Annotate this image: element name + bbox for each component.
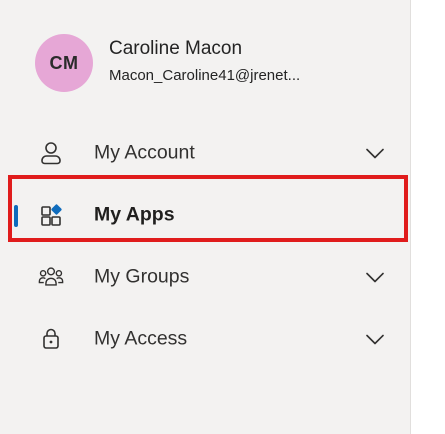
- nav-item-label: My Apps: [94, 203, 175, 226]
- nav-item-my-access[interactable]: My Access: [0, 308, 411, 370]
- right-gutter: [411, 0, 445, 434]
- people-group-icon: [38, 264, 64, 290]
- chevron-down-icon[interactable]: [364, 266, 386, 288]
- user-name: Caroline Macon: [109, 38, 243, 59]
- nav-item-label: My Access: [94, 327, 188, 350]
- nav-item-label: My Account: [94, 141, 195, 164]
- navigation-panel: CM Caroline Macon Macon_Caroline41@jrene…: [0, 0, 411, 434]
- chevron-down-icon[interactable]: [364, 142, 386, 164]
- user-email: Macon_Caroline41@jrenet...: [109, 67, 301, 84]
- chevron-down-icon[interactable]: [364, 328, 386, 350]
- lock-icon: [38, 326, 64, 352]
- avatar[interactable]: CM: [35, 34, 93, 92]
- active-indicator: [14, 205, 18, 227]
- person-icon: [38, 140, 64, 166]
- nav-item-my-groups[interactable]: My Groups: [0, 246, 411, 308]
- user-header: CM Caroline Macon Macon_Caroline41@jrene…: [35, 34, 365, 94]
- nav-item-my-apps[interactable]: My Apps: [0, 184, 411, 246]
- nav-item-label: My Groups: [94, 265, 190, 288]
- apps-icon: [38, 202, 64, 228]
- nav-item-my-account[interactable]: My Account: [0, 122, 411, 184]
